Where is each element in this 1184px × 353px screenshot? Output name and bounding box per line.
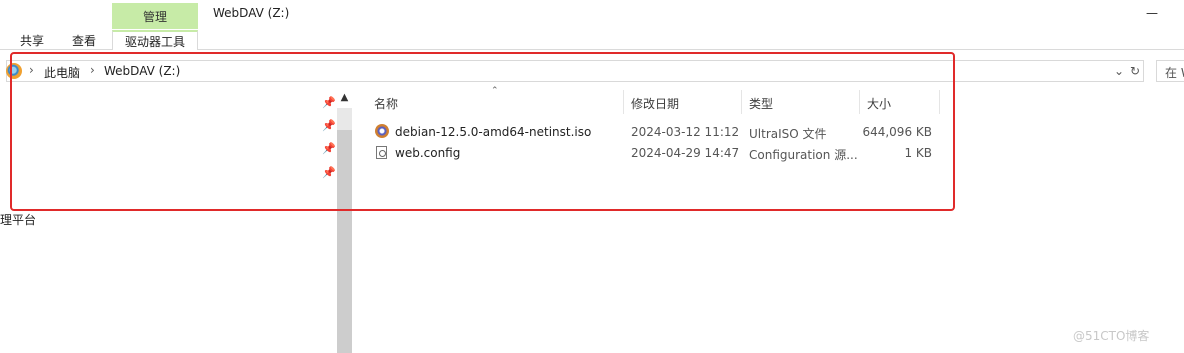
search-input[interactable]: 在 W: [1156, 60, 1184, 82]
refresh-icon[interactable]: ↻: [1130, 64, 1140, 78]
scroll-up-icon[interactable]: ▲: [337, 88, 352, 108]
network-drive-icon: [6, 63, 22, 79]
column-name[interactable]: 名称: [374, 95, 398, 112]
config-file-icon: [376, 146, 387, 159]
breadcrumb-this-pc[interactable]: 此电脑: [44, 64, 80, 81]
file-modified: 2024-03-12 11:12: [631, 125, 740, 139]
column-type[interactable]: 类型: [749, 95, 773, 112]
file-size: 644,096 KB: [862, 125, 932, 139]
file-type: UltraISO 文件: [749, 127, 827, 141]
window-title: WebDAV (Z:): [213, 6, 290, 20]
chevron-right-icon[interactable]: ›: [29, 63, 34, 77]
chevron-down-icon[interactable]: ⌄: [1114, 64, 1124, 78]
tab-share[interactable]: 共享: [12, 30, 52, 50]
column-divider[interactable]: [623, 90, 624, 114]
pin-icon[interactable]: 📌: [322, 166, 336, 179]
tab-view[interactable]: 查看: [62, 30, 106, 50]
column-size[interactable]: 大小: [867, 95, 891, 112]
nav-item-clipped[interactable]: 理平台: [0, 211, 36, 228]
chevron-right-icon[interactable]: ›: [90, 63, 95, 77]
breadcrumb-webdav[interactable]: WebDAV (Z:): [104, 64, 180, 78]
pin-icon[interactable]: 📌: [322, 142, 336, 155]
pin-icon[interactable]: 📌: [322, 119, 336, 132]
tab-drive-tools[interactable]: 驱动器工具: [112, 30, 198, 50]
minimize-button[interactable]: —: [1146, 6, 1158, 20]
sort-ascending-icon: ⌃: [491, 86, 499, 96]
column-modified[interactable]: 修改日期: [631, 95, 679, 112]
column-divider[interactable]: [859, 90, 860, 114]
file-name[interactable]: debian-12.5.0-amd64-netinst.iso: [395, 125, 591, 139]
column-divider[interactable]: [741, 90, 742, 114]
pin-icon[interactable]: 📌: [322, 96, 336, 109]
iso-disc-icon: [375, 124, 389, 138]
column-divider[interactable]: [939, 90, 940, 114]
file-modified: 2024-04-29 14:47: [631, 146, 740, 160]
tab-manage[interactable]: 管理: [112, 3, 198, 29]
file-name[interactable]: web.config: [395, 146, 460, 160]
watermark: @51CTO博客: [1073, 329, 1150, 343]
scroll-thumb[interactable]: [337, 130, 352, 353]
file-size: 1 KB: [904, 146, 932, 160]
